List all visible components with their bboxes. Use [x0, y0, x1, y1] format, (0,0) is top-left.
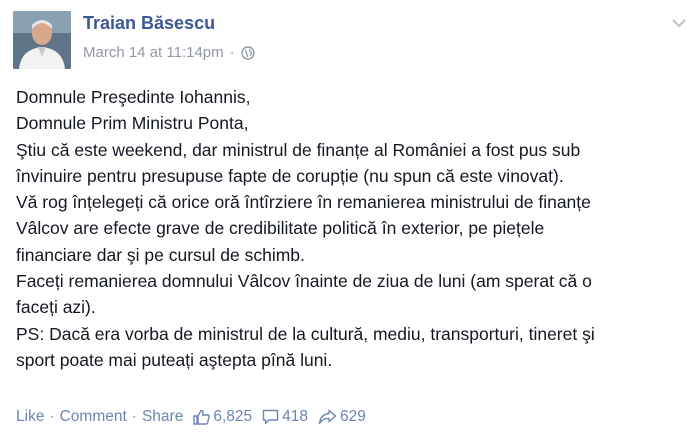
shares-count-value: 629 — [340, 408, 366, 425]
comment-bubble-icon — [262, 409, 279, 425]
like-button[interactable]: Like — [16, 408, 44, 426]
share-arrow-icon — [318, 409, 337, 425]
avatar-photo — [13, 11, 71, 69]
post-line: financiare dar şi pe cursul de schimb. — [16, 244, 305, 265]
post-line: învinuire pentru presupuse fapte de coru… — [16, 165, 564, 186]
thumbs-up-icon — [193, 409, 211, 425]
shares-count[interactable]: 629 — [318, 408, 366, 426]
post-line: Domnule Preşedinte Iohannis, — [16, 87, 251, 107]
comments-count-value: 418 — [282, 408, 309, 425]
post-line: PS: Dacă era vorba de ministrul de la cu… — [16, 323, 595, 344]
globe-icon[interactable] — [240, 45, 255, 60]
post-timestamp[interactable]: March 14 at 11:14pm — [83, 44, 224, 61]
post-body: Domnule Preşedinte Iohannis, Domnule Pri… — [16, 84, 688, 373]
post-line: Ştiu că este weekend, dar ministrul de f… — [16, 139, 581, 160]
post-line: faceți azi). — [16, 297, 96, 318]
post-meta: March 14 at 11:14pm · — [83, 44, 255, 61]
author-name[interactable]: Traian Băsescu — [83, 13, 215, 34]
post-line: Vă rog înțelegeți că orice oră întîrzier… — [16, 192, 591, 213]
facebook-post: Traian Băsescu March 14 at 11:14pm · Dom… — [0, 0, 700, 434]
share-button[interactable]: Share — [142, 408, 183, 426]
post-line: sport poate mai puteați aştepta pînă lun… — [16, 349, 333, 370]
post-line: Faceți remanierea domnului Vâlcov înaint… — [16, 271, 592, 292]
likes-count[interactable]: 6,825 — [193, 408, 252, 426]
post-line: Vâlcov are efecte grave de credibilitate… — [16, 218, 545, 239]
action-separator: · — [131, 408, 137, 425]
post-actions: Like · Comment · Share 6,825 418 629 — [16, 408, 366, 426]
post-line: Domnule Prim Ministru Ponta, — [16, 113, 249, 134]
comments-count[interactable]: 418 — [262, 408, 308, 426]
likes-count-value: 6,825 — [213, 408, 253, 425]
avatar[interactable] — [13, 11, 71, 69]
comment-button[interactable]: Comment — [60, 408, 127, 426]
action-separator: · — [49, 408, 55, 425]
chevron-down-icon[interactable] — [670, 14, 688, 32]
meta-separator: · — [229, 44, 235, 61]
